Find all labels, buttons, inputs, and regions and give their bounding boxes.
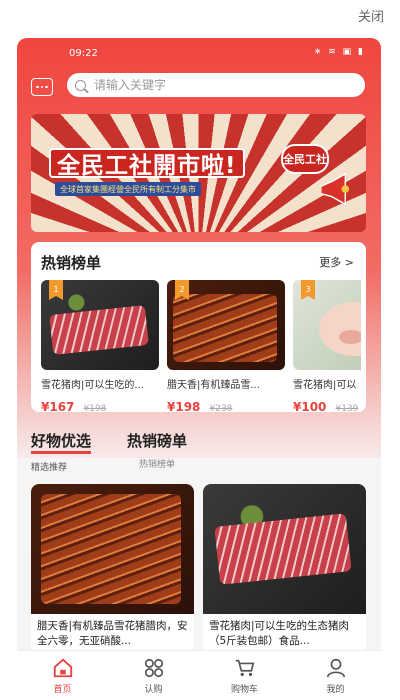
status-bar: 09:22 ∗ ≋ ▣ ▮ (17, 46, 381, 62)
nav-label: 认购 (144, 685, 163, 695)
nav-item-profile[interactable]: 我的 (290, 651, 381, 700)
tab-label: 好物优选 (31, 430, 92, 454)
nav-item-cart[interactable]: 购物车 (199, 651, 290, 700)
product-image-bacon (31, 484, 194, 614)
rank-badge: 1 (49, 280, 63, 300)
nav-item-home[interactable]: 首页 (17, 651, 108, 700)
tab-label: 热销磅单 (127, 432, 188, 450)
close-button[interactable]: 关闭 (358, 6, 384, 25)
banner-title: 全民工社開市啦! (57, 153, 237, 179)
status-icons: ∗ ≋ ▣ ▮ (313, 47, 365, 57)
section-tabs: 好物优选 精选推荐 热销磅单 热销榜单 (31, 430, 366, 473)
tab-featured[interactable]: 好物优选 精选推荐 (31, 430, 92, 473)
hot-list-items: 1 雪花猪肉|可以生吃的... ¥167 ¥198 2 腊天香|有机臻品雪...… (41, 280, 361, 415)
product-grid: 腊天香|有机臻品雪花猪腊肉，安全六零，无亚硝酸... 雪花猪肉|可以生吃的生态猪… (31, 484, 366, 654)
hot-item-old-price: ¥198 (83, 404, 107, 414)
banner-logo-text: 全民工社 (283, 153, 327, 166)
hot-item-name: 雪花猪肉|可以 (293, 380, 357, 391)
home-icon (53, 658, 72, 678)
hot-list-more-link[interactable]: 更多 > (319, 254, 354, 270)
rank-badge: 3 (301, 280, 315, 300)
hot-item-price: ¥100 (293, 400, 327, 414)
status-time: 09:22 (69, 48, 98, 59)
nav-item-subscribe[interactable]: 认购 (108, 651, 199, 700)
product-image-steak (203, 484, 366, 614)
message-icon[interactable] (31, 78, 53, 96)
cart-icon (235, 659, 254, 677)
nav-label: 首页 (53, 685, 72, 695)
hot-item-old-price: ¥139 (335, 404, 359, 414)
banner-subtitle-box: 全球首家集團經營全民所有制工分集市 (55, 182, 201, 196)
search-input[interactable] (94, 78, 344, 92)
promo-banner[interactable]: 全民工社開市啦! 全球首家集團經營全民所有制工分集市 全民工社 (31, 114, 366, 232)
nav-label: 我的 (326, 685, 345, 695)
tab-sublabel: 热销榜单 (139, 460, 176, 470)
grid-icon (144, 658, 163, 678)
banner-logo: 全民工社 (281, 144, 329, 174)
banner-subtitle: 全球首家集團經營全民所有制工分集市 (60, 184, 196, 194)
megaphone-icon (315, 172, 350, 206)
product-card[interactable]: 雪花猪肉|可以生吃的生态猪肉（5斤装包邮）食品... (203, 484, 366, 654)
product-image-steak: 1 (41, 280, 159, 370)
user-icon (326, 658, 345, 678)
hot-list-item[interactable]: 3 雪花猪肉|可以 ¥100 ¥139 (293, 280, 361, 415)
banner-title-box: 全民工社開市啦! (49, 148, 245, 179)
product-image-pig: 3 (293, 280, 361, 370)
search-bar[interactable] (67, 73, 365, 97)
tab-sublabel: 精选推荐 (31, 463, 68, 473)
tab-bestsellers[interactable]: 热销磅单 热销榜单 (127, 430, 187, 470)
hot-item-old-price: ¥238 (209, 404, 233, 414)
nav-label: 购物车 (230, 685, 258, 695)
hot-list-item[interactable]: 1 雪花猪肉|可以生吃的... ¥167 ¥198 (41, 280, 159, 415)
product-image-bacon: 2 (167, 280, 285, 370)
hot-list-card: 热销榜单 更多 > 1 雪花猪肉|可以生吃的... ¥167 ¥198 2 腊天… (31, 242, 366, 415)
product-name: 雪花猪肉|可以生吃的生态猪肉（5斤装包邮）食品... (209, 620, 350, 647)
hot-item-name: 雪花猪肉|可以生吃的... (41, 380, 144, 391)
product-name: 腊天香|有机臻品雪花猪腊肉，安全六零，无亚硝酸... (37, 620, 188, 647)
hot-item-name: 腊天香|有机臻品雪... (167, 380, 260, 391)
hot-list-title: 热销榜单 (41, 254, 102, 272)
bottom-nav: 首页 认购 购物车 我的 (17, 650, 381, 700)
product-card[interactable]: 腊天香|有机臻品雪花猪腊肉，安全六零，无亚硝酸... (31, 484, 194, 654)
hot-list-item[interactable]: 2 腊天香|有机臻品雪... ¥198 ¥238 (167, 280, 285, 415)
hot-item-price: ¥167 (41, 400, 75, 414)
phone-screen: 09:22 ∗ ≋ ▣ ▮ 全民工社開市啦! 全球首家集團經營全民所有制工分集市… (17, 38, 381, 700)
search-icon (75, 79, 86, 91)
hot-item-price: ¥198 (167, 400, 201, 414)
